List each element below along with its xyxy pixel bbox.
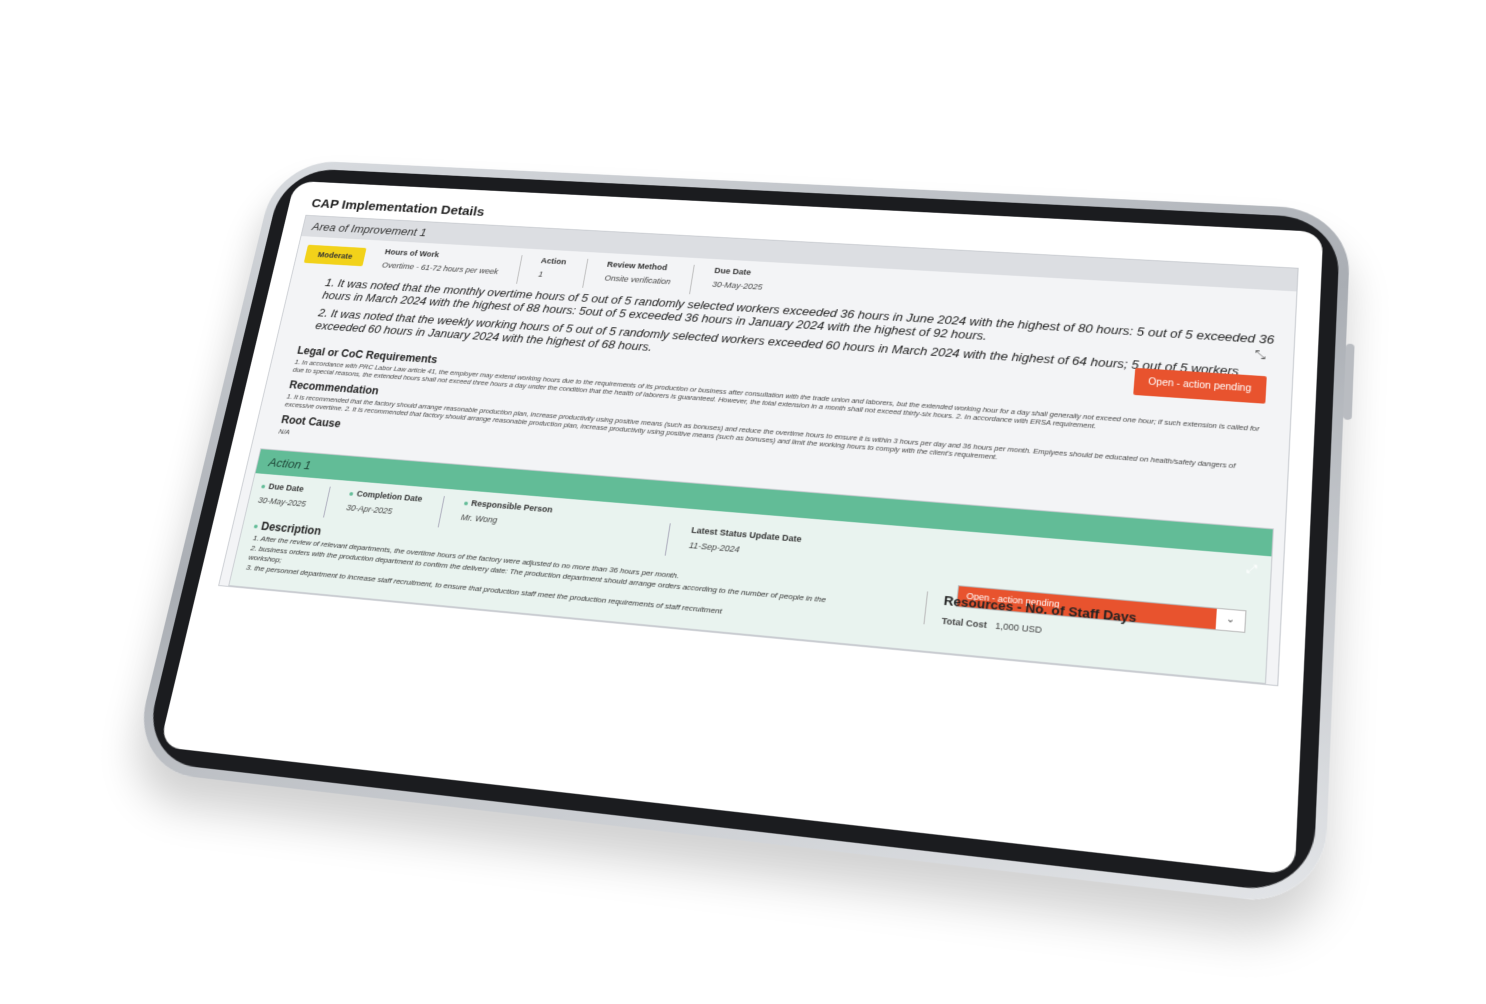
cap-panel: CAP Implementation Details Area of Impro… — [183, 195, 1299, 855]
meta-review-method: Review Method Onsite verification — [581, 258, 694, 295]
meta-label: Completion Date — [349, 488, 424, 504]
meta-value: 11-Sep-2024 — [688, 540, 741, 555]
meta-label: Due Date — [713, 266, 752, 277]
meta-completion-date: Completion Date 30-Apr-2025 — [323, 486, 444, 528]
meta-value: 1 — [537, 269, 544, 279]
meta-value: Overtime - 61-72 hours per week — [381, 260, 500, 276]
meta-label: Responsible Person — [463, 498, 554, 515]
meta-value: 30-Apr-2025 — [345, 502, 394, 516]
meta-label-text: Due Date — [267, 481, 305, 494]
meta-action-due-date: Due Date 30-May-2025 — [256, 481, 330, 517]
severity-badge: Moderate — [303, 244, 367, 267]
meta-label: Hours of Work — [384, 247, 440, 259]
tablet-side-button — [1343, 343, 1355, 421]
tablet-device: CAP Implementation Details Area of Impro… — [129, 159, 1355, 909]
total-cost-value: 1,000 USD — [994, 620, 1043, 636]
meta-label: Review Method — [606, 259, 668, 272]
meta-label-text: Responsible Person — [470, 498, 554, 515]
area-of-improvement-card: Area of Improvement 1 Moderate Hours of … — [218, 214, 1299, 687]
meta-responsible-person: Responsible Person Mr. Wong — [437, 496, 575, 539]
expand-icon[interactable]: ⤢ — [1247, 562, 1258, 578]
bullet-icon — [463, 501, 468, 506]
bullet-icon — [261, 484, 266, 489]
meta-value: 30-May-2025 — [711, 279, 763, 292]
meta-value: 30-May-2025 — [257, 495, 307, 509]
collapse-icon[interactable]: ⤡ — [1254, 347, 1266, 363]
meta-action: Action 1 — [515, 255, 588, 288]
meta-label: Due Date — [261, 481, 310, 494]
meta-value: Mr. Wong — [460, 512, 499, 525]
scene: CAP Implementation Details Area of Impro… — [0, 0, 1486, 1004]
meta-label-text: Completion Date — [355, 488, 424, 504]
meta-due-date: Due Date 30-May-2025 — [689, 264, 786, 300]
meta-value: Onsite verification — [604, 273, 672, 287]
bullet-icon — [253, 524, 259, 529]
total-cost-label: Total Cost — [941, 615, 988, 631]
meta-label: Action — [540, 256, 568, 267]
bullet-icon — [349, 491, 354, 496]
chevron-down-icon[interactable]: ⌄ — [1216, 609, 1246, 632]
